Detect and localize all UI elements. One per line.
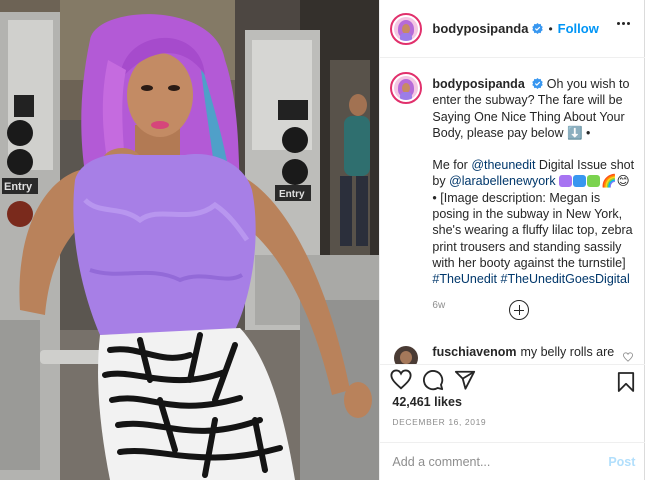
action-icons [390, 369, 476, 395]
follow-button[interactable]: Follow [558, 21, 599, 36]
post-photo[interactable]: Entry Entry [0, 0, 380, 480]
commenter-avatar[interactable] [394, 346, 419, 364]
post-side-panel: bodyposipanda • Follow bodyposipanda Oh … [379, 0, 645, 480]
caption-text-me-for: Me for [432, 158, 472, 173]
caption-verified-badge-icon [532, 78, 543, 89]
comment-row: fuschiavenom my belly rolls are [380, 340, 645, 364]
likes-count[interactable]: 42,461 likes [392, 395, 462, 409]
entry-sign-right: Entry [279, 189, 305, 200]
instagram-post: Entry Entry bodyposipanda • Follow bodyp… [0, 0, 645, 480]
add-comment-input[interactable] [392, 453, 593, 471]
purple-heart-emoji-icon [559, 175, 573, 188]
author-avatar[interactable] [390, 12, 423, 45]
load-more-comments-icon[interactable] [509, 300, 530, 320]
save-bookmark-button[interactable] [617, 371, 635, 393]
caption-author-avatar[interactable] [390, 72, 423, 104]
blue-heart-emoji-icon [573, 175, 587, 188]
subway-photo-illustration: Entry Entry [0, 0, 380, 480]
post-actions: 42,461 likes DECEMBER 16, 2019 Post [380, 364, 645, 480]
share-paper-plane-icon[interactable] [454, 369, 476, 391]
commenter-username[interactable]: fuschiavenom [432, 345, 516, 359]
more-options-icon[interactable] [617, 22, 631, 26]
post-date: DECEMBER 16, 2019 [392, 417, 487, 427]
caption-text: bodyposipanda Oh you wish to enter the s… [432, 76, 636, 314]
verified-badge-icon [532, 23, 544, 34]
hashtag-theunedit-link[interactable]: #TheUnedit [432, 272, 497, 286]
author-username[interactable]: bodyposipanda [432, 21, 528, 36]
like-heart-icon[interactable] [390, 369, 412, 391]
comment-bubble-icon[interactable] [422, 369, 444, 391]
post-header: bodyposipanda • Follow [380, 0, 645, 58]
comment-text: fuschiavenom my belly rolls are [432, 345, 614, 359]
green-heart-emoji-icon [587, 175, 601, 188]
add-comment-bar: Post [380, 442, 645, 480]
comment-like-heart-icon[interactable] [623, 352, 634, 362]
image-description-text: [Image description: Megan is posing in t… [432, 190, 633, 270]
caption-username[interactable]: bodyposipanda [432, 77, 524, 91]
bookmark-icon [618, 372, 635, 392]
post-comment-button[interactable]: Post [608, 455, 635, 469]
mention-larabellenewyork-link[interactable]: @larabellenewyork [449, 174, 556, 188]
post-age[interactable]: 6w [432, 298, 636, 314]
header-separator: • [548, 21, 553, 36]
caption-section: bodyposipanda Oh you wish to enter the s… [380, 60, 645, 340]
mention-theunedit-link[interactable]: @theunedit [471, 158, 535, 172]
hashtag-theuneditgoesdigital-link[interactable]: #TheUneditGoesDigital [501, 272, 630, 286]
entry-sign-left: Entry [4, 181, 33, 193]
comment-body: my belly rolls are [520, 345, 615, 359]
